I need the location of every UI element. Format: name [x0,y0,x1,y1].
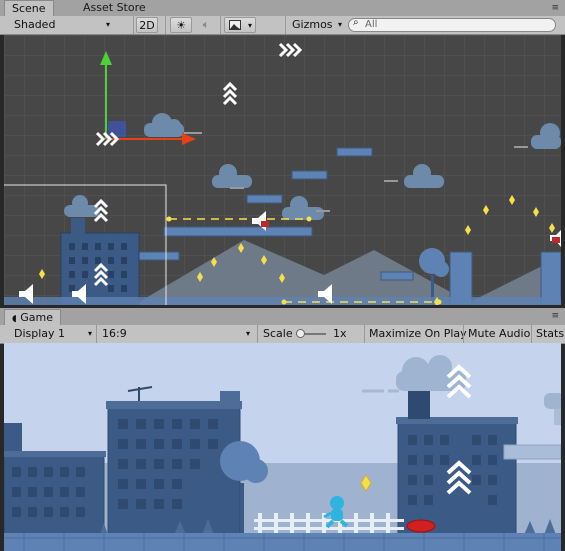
stats-toggle[interactable]: Stats [536,326,564,342]
speaker-icon: 🔈︎ [202,18,210,31]
chevron-down-icon: ▾ [245,329,250,338]
scene-canvas [4,42,561,305]
game-tree-trunk [240,483,244,533]
game-toolbar: Display 1 ▾ 16:9 ▾ Scale 1x Maximize On … [0,325,565,344]
game-building-left [4,423,106,551]
lighting-toggle[interactable]: ☀ [170,17,192,33]
shading-mode-label: Shaded [14,18,56,31]
tab-game-label: Game [20,311,53,324]
maximize-on-play-toggle[interactable]: Maximize On Play [369,326,467,342]
chevron-down-icon: ▾ [337,20,342,29]
chevron-down-icon: ▾ [105,20,110,29]
game-platform [503,444,561,460]
aspect-label: 16:9 [102,327,127,340]
window-menu-icon[interactable]: ≡ [551,311,561,321]
scene-clouds [64,113,561,220]
image-icon [229,20,241,30]
window-menu-icon[interactable]: ≡ [551,3,561,13]
gizmos-dropdown[interactable]: Gizmos ▾ [292,17,342,33]
game-tab-bar: ◖ Game ≡ [0,308,565,326]
scene-toolbar: Shaded ▾ 2D ☀ 🔈︎ ▾ Gizmos ▾ ⌕ All [0,16,565,35]
scale-slider[interactable] [296,329,326,338]
tab-game[interactable]: ◖ Game [4,309,61,326]
game-canvas [4,355,561,551]
effects-dropdown[interactable]: ▾ [224,17,256,33]
scene-tab-bar: Scene Asset Store ≡ [0,0,565,17]
game-ground [4,533,561,551]
shading-mode-dropdown[interactable]: Shaded ▾ [14,17,114,33]
chevron-down-icon: ▾ [87,329,92,338]
pacman-icon: ◖ [12,314,17,324]
gizmo-x-arrow [182,133,196,145]
search-placeholder: All [365,19,378,30]
tab-asset-store[interactable]: Asset Store [76,0,153,16]
tab-scene[interactable]: Scene [4,0,54,17]
scale-label: Scale [263,327,293,340]
scene-search-input[interactable]: ⌕ All [348,17,556,32]
audio-toggle[interactable]: 🔈︎ [196,17,216,33]
aspect-dropdown[interactable]: 16:9 ▾ [102,326,252,342]
scene-spike [261,221,269,227]
2d-mode-button[interactable]: 2D [136,17,158,33]
gizmos-label: Gizmos [292,18,333,31]
mute-audio-toggle[interactable]: Mute Audio [468,326,530,342]
scale-value: 1x [333,327,347,340]
enemy-blob [406,519,436,533]
scene-viewport[interactable] [4,35,561,305]
game-building-middle [106,386,242,551]
search-icon: ⌕ [353,17,359,28]
scene-hill [134,240,474,305]
chevron-down-icon: ▾ [247,21,252,30]
game-viewport[interactable] [4,343,561,551]
sun-icon: ☀ [176,19,186,32]
scale-slider-thumb[interactable] [296,329,305,338]
gizmo-y-arrow [100,51,112,65]
display-dropdown[interactable]: Display 1 ▾ [14,326,94,342]
display-label: Display 1 [14,327,66,340]
